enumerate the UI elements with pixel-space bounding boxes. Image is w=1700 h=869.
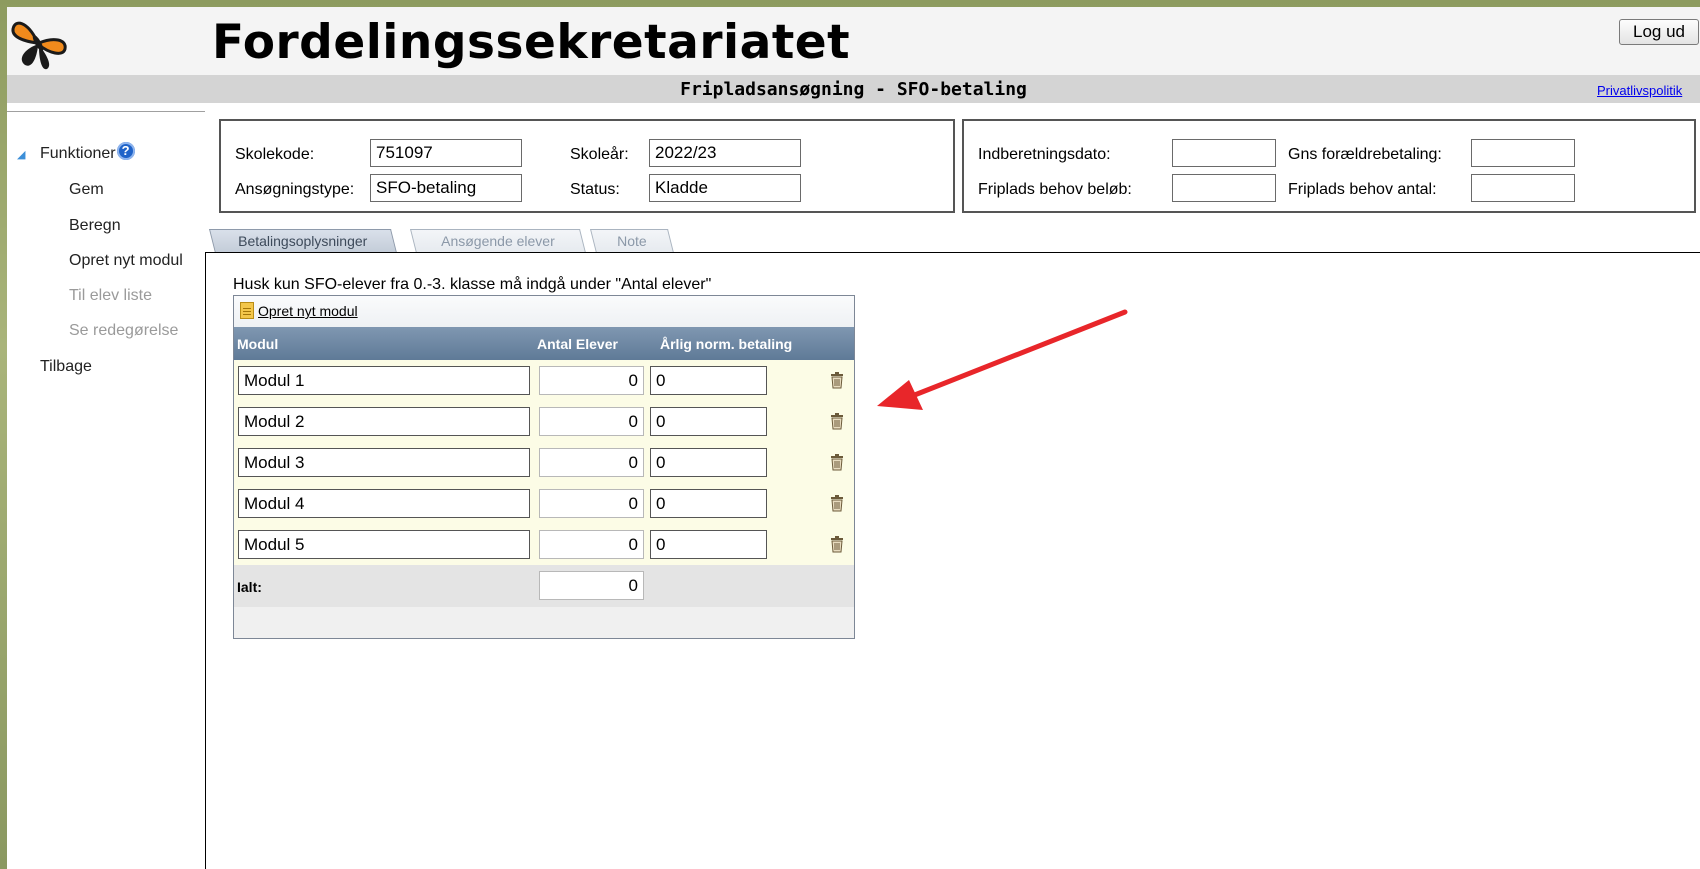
antal-elever-field[interactable] <box>539 530 644 559</box>
trash-icon[interactable] <box>830 535 844 553</box>
indberetningsdato-field[interactable] <box>1172 139 1276 167</box>
antal-elever-field[interactable] <box>539 407 644 436</box>
skoleaar-label: Skoleår: <box>570 146 629 163</box>
column-header-antal-elever: Antal Elever <box>537 336 618 352</box>
logout-button[interactable]: Log ud <box>1619 19 1699 45</box>
sidebar-divider <box>7 111 205 112</box>
modul-name-field[interactable] <box>238 530 530 559</box>
payment-info-box: Indberetningsdato: Gns forældrebetaling:… <box>962 119 1696 213</box>
sidebar-group-label: Funktioner <box>40 145 116 162</box>
total-field[interactable] <box>539 571 644 600</box>
table-row <box>234 483 854 524</box>
document-icon <box>240 302 254 319</box>
app-title: Fordelingssekretariatet <box>212 15 851 70</box>
tab-label: Ansøgende elever <box>441 233 555 249</box>
modul-name-field[interactable] <box>238 489 530 518</box>
expand-triangle-icon[interactable]: ◢ <box>17 148 25 161</box>
module-table-panel: Opret nyt modul Modul Antal Elever Årlig… <box>233 295 855 639</box>
table-footer: Ialt: <box>234 565 854 607</box>
subtitle-bar: Fripladsansøgning - SFO-betaling Privatl… <box>7 75 1700 103</box>
friplads-behov-antal-field[interactable] <box>1471 174 1575 202</box>
table-row <box>234 401 854 442</box>
trash-icon[interactable] <box>830 371 844 389</box>
help-icon[interactable]: ? <box>116 142 135 160</box>
status-field[interactable] <box>649 174 801 202</box>
aarlig-betaling-field[interactable] <box>650 489 767 518</box>
tab-label: Note <box>617 233 647 249</box>
table-header: Modul Antal Elever Årlig norm. betaling <box>234 327 854 360</box>
table-row <box>234 442 854 483</box>
aarlig-betaling-field[interactable] <box>650 366 767 395</box>
content-border-top <box>205 252 1700 253</box>
total-label: Ialt: <box>237 579 262 595</box>
status-label: Status: <box>570 181 620 198</box>
antal-elever-field[interactable] <box>539 366 644 395</box>
panel-bottom-bar <box>234 607 854 638</box>
trash-icon[interactable] <box>830 453 844 471</box>
skoleaar-field[interactable] <box>649 139 801 167</box>
application-info-box: Skolekode: Skoleår: Ansøgningstype: Stat… <box>219 119 955 213</box>
sidebar-item-tilbage[interactable]: Tilbage <box>40 358 92 376</box>
tab-note[interactable]: Note <box>590 229 674 253</box>
trash-icon[interactable] <box>830 494 844 512</box>
tab-label: Betalingsoplysninger <box>238 233 368 249</box>
butterfly-logo-icon <box>11 21 67 70</box>
modul-name-field[interactable] <box>238 448 530 477</box>
header: Fordelingssekretariatet Log ud <box>7 7 1700 75</box>
new-module-link[interactable]: Opret nyt modul <box>258 303 358 319</box>
aarlig-betaling-field[interactable] <box>650 407 767 436</box>
ansoegningstype-label: Ansøgningstype: <box>235 181 355 198</box>
friplads-behov-antal-label: Friplads behov antal: <box>1288 181 1437 198</box>
friplads-behov-beloeb-label: Friplads behov beløb: <box>978 181 1132 198</box>
aarlig-betaling-field[interactable] <box>650 530 767 559</box>
column-header-modul: Modul <box>237 336 279 352</box>
ansoegningstype-field[interactable] <box>370 174 522 202</box>
content-border-left <box>205 252 206 869</box>
application-window: Fordelingssekretariatet Log ud Fripladsa… <box>7 7 1700 869</box>
tab-betalingsoplysninger[interactable]: Betalingsoplysninger <box>209 229 397 253</box>
page-subtitle: Fripladsansøgning - SFO-betaling <box>680 79 1027 100</box>
table-body <box>234 360 854 565</box>
red-arrow-icon <box>877 309 1128 410</box>
sidebar-item-til-elev-liste: Til elev liste <box>69 287 152 304</box>
table-row <box>234 524 854 565</box>
tab-ansoegende-elever[interactable]: Ansøgende elever <box>410 229 586 253</box>
table-row <box>234 360 854 401</box>
modul-name-field[interactable] <box>238 407 530 436</box>
table-toolbar: Opret nyt modul <box>234 296 854 328</box>
aarlig-betaling-field[interactable] <box>650 448 767 477</box>
column-header-aarlig-betaling: Årlig norm. betaling <box>660 336 793 352</box>
hint-text: Husk kun SFO-elever fra 0.-3. klasse må … <box>233 276 712 293</box>
antal-elever-field[interactable] <box>539 489 644 518</box>
sidebar-item-beregn[interactable]: Beregn <box>69 217 121 235</box>
modul-name-field[interactable] <box>238 366 530 395</box>
indberetningsdato-label: Indberetningsdato: <box>978 146 1111 163</box>
sidebar-item-opret-nyt-modul[interactable]: Opret nyt modul <box>69 252 183 270</box>
sidebar-item-se-redegoerelse: Se redegørelse <box>69 322 179 339</box>
skolekode-label: Skolekode: <box>235 146 315 163</box>
gns-foraeldrebetaling-field[interactable] <box>1471 139 1575 167</box>
skolekode-field[interactable] <box>370 139 522 167</box>
gns-foraeldrebetaling-label: Gns forældrebetaling: <box>1288 146 1442 163</box>
sidebar-group-funktioner[interactable]: Funktioner? <box>40 142 135 163</box>
trash-icon[interactable] <box>830 412 844 430</box>
sidebar-item-gem[interactable]: Gem <box>69 181 104 199</box>
friplads-behov-beloeb-field[interactable] <box>1172 174 1276 202</box>
privacy-link[interactable]: Privatlivspolitik <box>1597 83 1682 98</box>
antal-elever-field[interactable] <box>539 448 644 477</box>
